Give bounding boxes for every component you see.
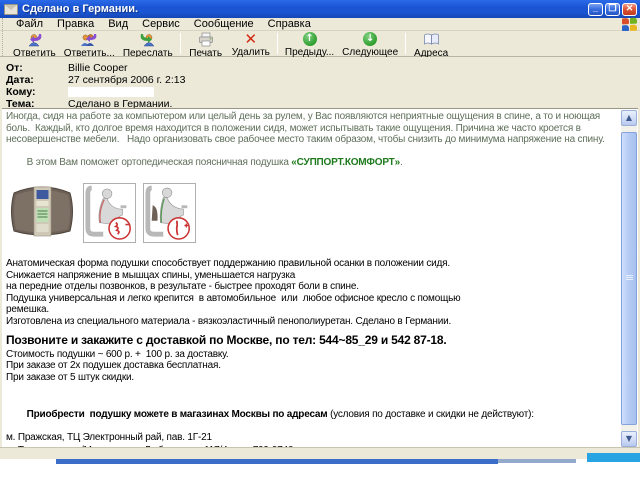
email-client-window: Сделано в Германии. _ ❐ ✕ Файл Правка Ви… <box>0 0 640 480</box>
order-line: При заказе от 5 штук скидки. <box>6 372 617 384</box>
forward-button[interactable]: Переслать <box>119 31 177 56</box>
to-label: Кому: <box>0 86 68 98</box>
description-line: Подушка универсальная и легко крепится в… <box>6 293 617 305</box>
reply-icon <box>26 32 43 47</box>
menu-view[interactable]: Вид <box>101 18 135 31</box>
date-row: Дата: 27 сентября 2006 г. 2:13 <box>0 74 640 86</box>
minimize-button[interactable]: _ <box>588 3 603 16</box>
from-row: От: Billie Cooper <box>0 62 640 74</box>
scrollbar-thumb[interactable] <box>621 132 637 425</box>
next-button[interactable]: ↓ Следующее <box>338 31 402 56</box>
reply-button[interactable]: Ответить <box>9 31 60 56</box>
from-value: Billie Cooper <box>68 62 128 74</box>
restore-button[interactable]: ❐ <box>605 3 620 16</box>
toolbar: Ответить Ответить... <box>0 31 640 57</box>
previous-icon: ↑ <box>303 32 317 46</box>
product-line: В этом Вам поможет ортопедическая поясни… <box>6 146 617 181</box>
stores-heading: Приобрести подушку можете в магазинах Мо… <box>6 397 617 432</box>
toolbar-separator <box>180 33 181 54</box>
from-label: От: <box>0 62 68 74</box>
description-line: Снижается напряжение в мышцах спины, уме… <box>6 270 617 282</box>
print-icon <box>198 32 214 47</box>
to-row: Кому: <box>0 86 640 98</box>
intro-paragraph: Иногда, сидя на работе за компьютером ил… <box>6 111 617 146</box>
description-line: ремешка. <box>6 304 617 316</box>
message-body[interactable]: Иногда, сидя на работе за компьютером ил… <box>2 108 638 447</box>
menu-edit[interactable]: Правка <box>50 18 101 31</box>
menu-message[interactable]: Сообщение <box>187 18 261 31</box>
windows-logo-icon <box>622 17 637 31</box>
window-bottom-border <box>0 447 640 459</box>
taskbar-strip-faded <box>498 459 576 463</box>
addresses-button[interactable]: Адреса <box>409 31 453 56</box>
description-line: Изготовлена из специального материала - … <box>6 316 617 328</box>
scroll-up-button[interactable]: ▲ <box>621 110 637 126</box>
message-header: От: Billie Cooper Дата: 27 сентября 2006… <box>0 57 640 108</box>
description-paragraph: Анатомическая форма подушки способствует… <box>6 258 617 327</box>
scrollbar-grip <box>626 275 633 281</box>
menu-file[interactable]: Файл <box>9 18 50 31</box>
store-address: м. Пражская, ТЦ Электронный рай, пав. 1Г… <box>6 432 617 444</box>
next-icon: ↓ <box>363 32 377 46</box>
addresses-icon <box>423 32 440 47</box>
forward-icon <box>139 32 156 47</box>
cushion-photo <box>8 183 76 239</box>
posture-diagram-with-cushion <box>143 183 196 243</box>
reply-all-button[interactable]: Ответить... <box>60 31 119 56</box>
order-line: Стоимость подушки ~ 600 р. + 100 р. за д… <box>6 349 617 361</box>
vertical-scrollbar[interactable]: ▲ ▼ <box>621 110 637 447</box>
description-line: на передние отделы позвонков, в результа… <box>6 281 617 293</box>
taskbar-strip-bright <box>587 453 640 462</box>
order-line: При заказе от 2х подушек доставка беспла… <box>6 360 617 372</box>
toolbar-grip[interactable] <box>2 31 6 56</box>
rebar-grip[interactable] <box>2 18 6 30</box>
title-bar[interactable]: Сделано в Германии. _ ❐ ✕ <box>0 0 640 18</box>
envelope-icon <box>4 4 18 15</box>
window-title: Сделано в Германии. <box>22 3 138 15</box>
taskbar-strip <box>56 459 498 464</box>
delete-button[interactable]: ✕ Удалить <box>228 31 274 56</box>
menu-bar: Файл Правка Вид Сервис Сообщение Справка <box>0 18 640 31</box>
posture-diagram-without-cushion <box>83 183 136 243</box>
menu-help[interactable]: Справка <box>261 18 318 31</box>
toolbar-separator <box>405 33 406 54</box>
print-button[interactable]: Печать <box>184 31 228 56</box>
date-value: 27 сентября 2006 г. 2:13 <box>68 74 185 86</box>
message-content: Иногда, сидя на работе за компьютером ил… <box>2 109 621 447</box>
toolbar-separator <box>277 33 278 54</box>
previous-button[interactable]: ↑ Предыду... <box>281 31 338 56</box>
product-name: «СУППОРТ.КОМФОРТ» <box>291 157 400 168</box>
scroll-down-button[interactable]: ▼ <box>621 431 637 447</box>
order-heading: Позвоните и закажите с доставкой по Моск… <box>6 335 617 347</box>
delete-icon: ✕ <box>244 32 257 46</box>
close-button[interactable]: ✕ <box>622 3 637 16</box>
reply-all-icon <box>80 32 98 47</box>
description-line: Анатомическая форма подушки способствует… <box>6 258 617 270</box>
product-images <box>8 183 617 245</box>
date-label: Дата: <box>0 74 68 86</box>
window-left-border <box>0 108 2 447</box>
menu-tools[interactable]: Сервис <box>135 18 187 31</box>
to-value-redacted <box>68 87 154 97</box>
